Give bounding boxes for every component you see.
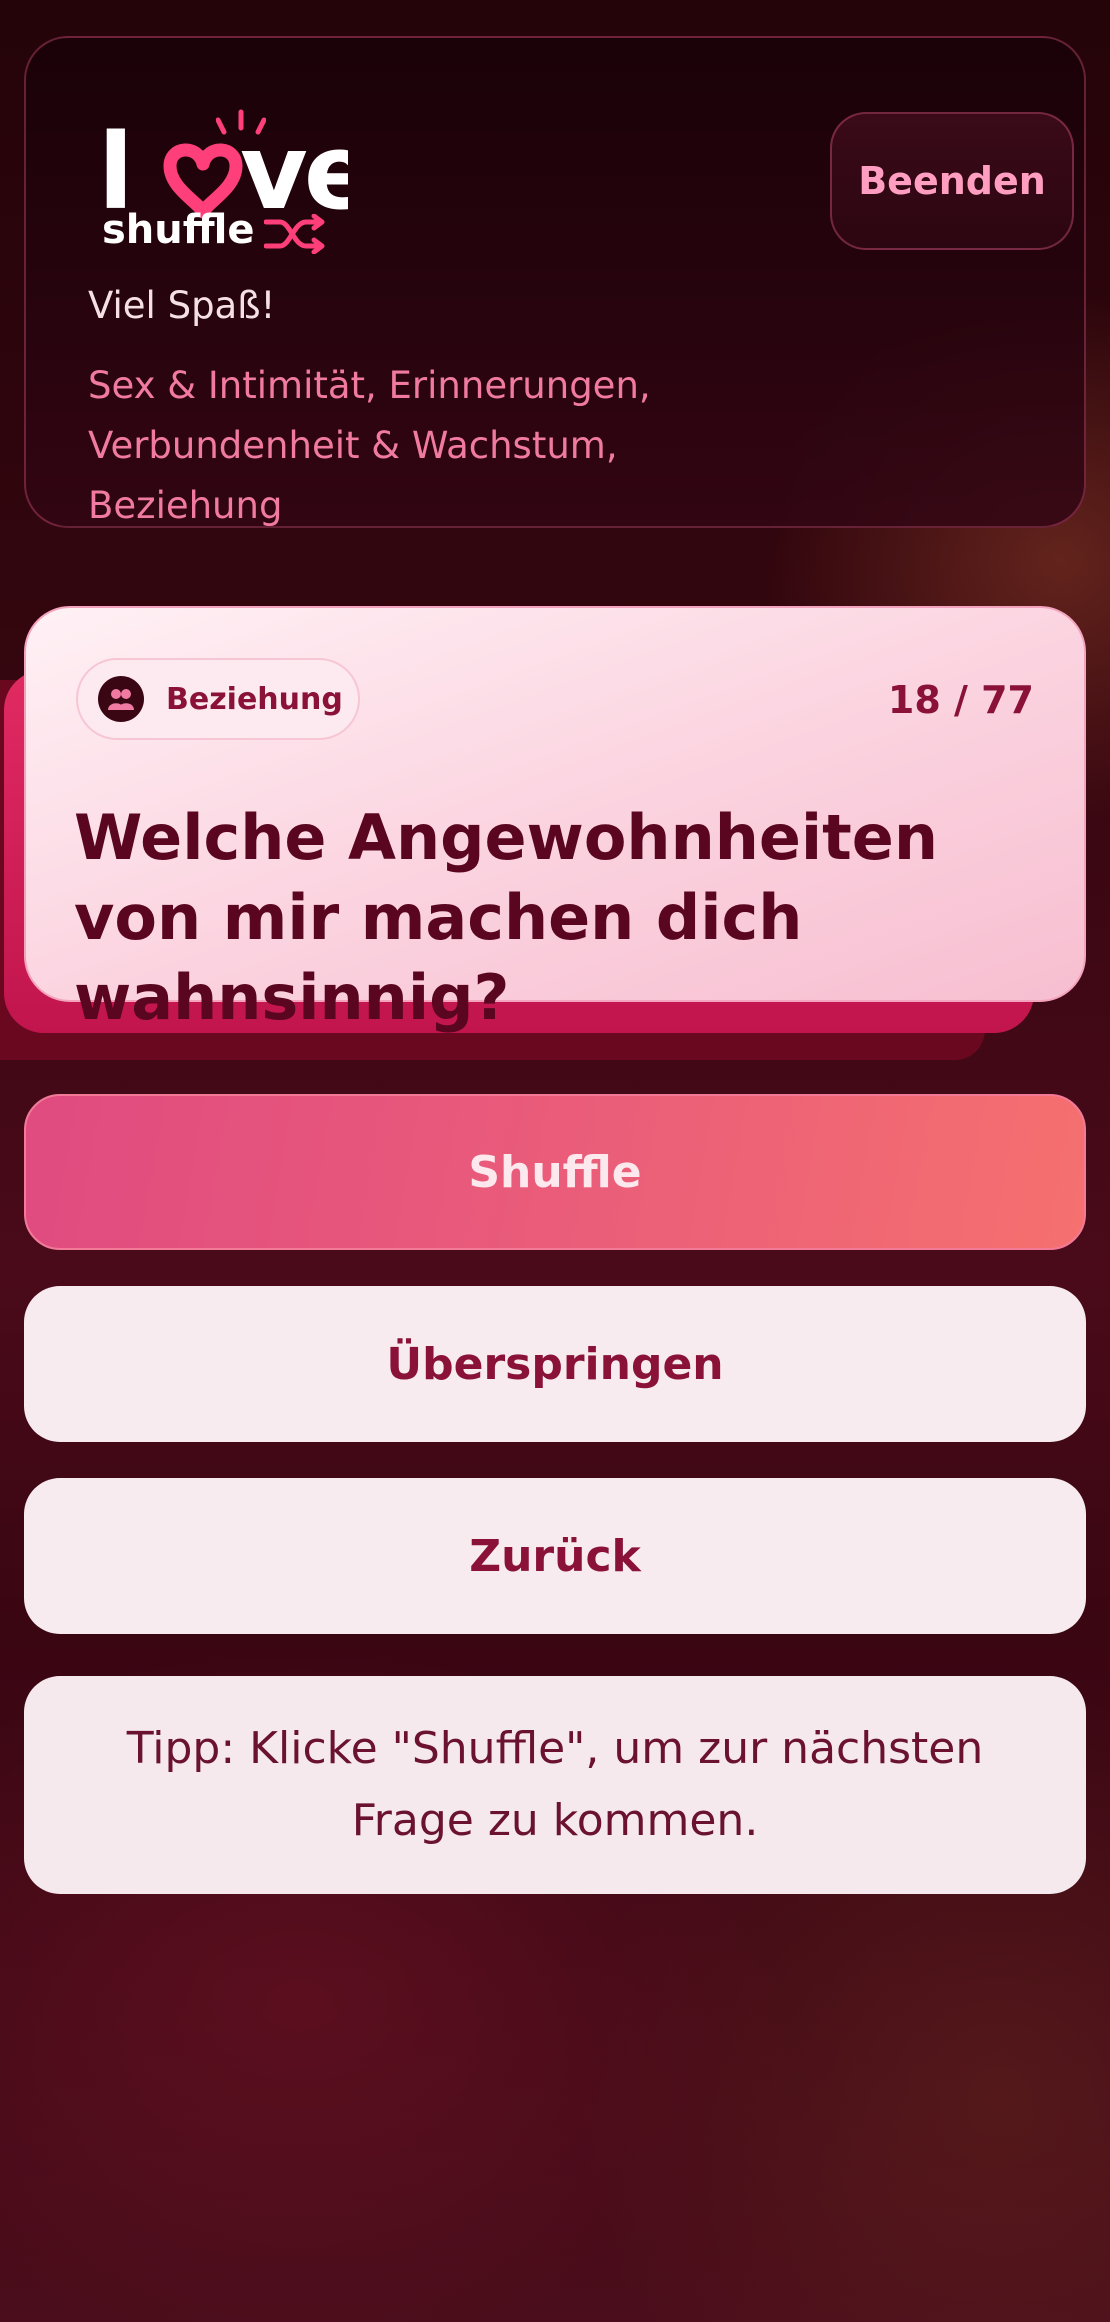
couple-icon xyxy=(98,676,144,722)
svg-text:ve: ve xyxy=(240,116,348,226)
question-text: Welche Angewohnheiten von mir machen dic… xyxy=(74,801,938,1034)
shuffle-button[interactable]: Shuffle xyxy=(24,1094,1086,1250)
shuffle-icon xyxy=(264,214,325,254)
selected-categories: Sex & Intimität, Erinnerungen, Verbunden… xyxy=(88,364,651,527)
question-counter: 18 / 77 xyxy=(887,678,1034,722)
category-label: Beziehung xyxy=(166,681,343,717)
category-badge: Beziehung xyxy=(76,658,360,740)
greeting-text: Viel Spaß! xyxy=(88,284,276,327)
end-button[interactable]: Beenden xyxy=(830,112,1074,250)
tip-box: Tipp: Klicke "Shuffle", um zur nächsten … xyxy=(24,1676,1086,1894)
question-card: Beziehung 18 / 77 Welche Angewohnheiten … xyxy=(24,606,1086,1034)
skip-button[interactable]: Überspringen xyxy=(24,1286,1086,1442)
logo-word-shuffle: shuffle xyxy=(102,207,255,253)
back-button[interactable]: Zurück xyxy=(24,1478,1086,1634)
header-card: l ve shuffle Beenden Viel Spaß! Sex & In… xyxy=(24,36,1086,528)
tip-text: Tipp: Klicke "Shuffle", um zur nächsten … xyxy=(126,1723,984,1846)
love-shuffle-logo: l ve shuffle xyxy=(98,109,374,260)
